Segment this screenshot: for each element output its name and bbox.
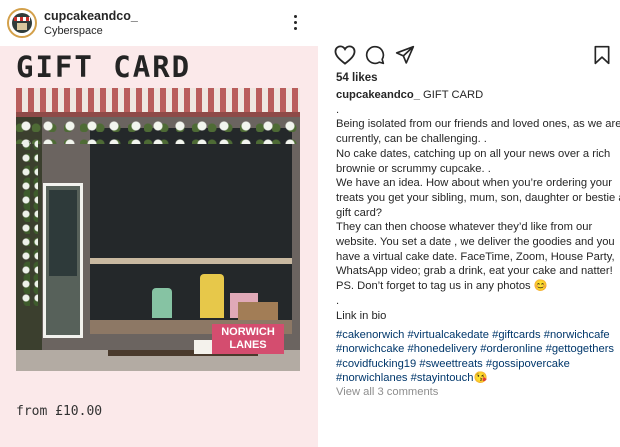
caption-line: have a virtual cake date. FaceTime, Zoom… (336, 250, 615, 263)
avatar[interactable] (7, 8, 37, 38)
post-header: cupcakeandco_ Cyberspace (0, 0, 318, 46)
caption-line: . (336, 103, 340, 116)
hashtag-link[interactable]: #virtualcakedate (408, 329, 489, 341)
hashtag-link[interactable]: #norwichcake (336, 343, 404, 355)
photo-sign: NORWICH LANES (212, 324, 284, 354)
caption-username[interactable]: cupcakeandco_ (336, 89, 420, 101)
hashtag-link[interactable]: #norwichcafe (544, 329, 610, 341)
caption-line: . (336, 294, 340, 307)
caption-line: PS. Don’t forget to tag us in any photos… (336, 280, 548, 293)
caption-line: treats you get your sibling, mum, son, d… (336, 191, 620, 204)
shopfront-photo: NORWICH LANES (16, 88, 300, 371)
hashtag-link[interactable]: #norwichlanes (336, 372, 408, 384)
caption-line: No cake dates, catching up on all your n… (336, 147, 611, 160)
gift-card-title: GIFT CARD (16, 50, 192, 84)
heart-icon[interactable] (334, 45, 356, 65)
caption-line: currently, can be challenging. . (336, 133, 487, 146)
bookmark-icon[interactable] (593, 45, 611, 65)
caption-line: We have an idea. How about when you’re o… (336, 177, 612, 190)
caption-line: WhatsApp video; grab a drink, eat your c… (336, 265, 613, 278)
hashtag-link[interactable]: #orderonline (480, 343, 542, 355)
hashtag-link[interactable]: #sweettreats (419, 358, 482, 370)
post-caption: cupcakeandco_ GIFT CARD . Being isolated … (336, 88, 620, 338)
hashtag-link[interactable]: #cakenorwich (336, 329, 404, 341)
hashtag-link[interactable]: #covidfucking19 (336, 358, 416, 370)
hashtag-link[interactable]: #gossipovercake (486, 358, 570, 370)
view-comments-link[interactable]: View all 3 comments (336, 386, 438, 398)
awning (16, 88, 300, 114)
caption-line: brownie or scrummy cupcake. . (336, 162, 491, 175)
username-link[interactable]: cupcakeandco_ (44, 9, 138, 23)
caption-line: Link in bio (336, 309, 387, 322)
likes-count[interactable]: 54 likes (336, 72, 378, 84)
hashtag-link[interactable]: #honedelivery (408, 343, 478, 355)
hashtag-row: #norwichlanes #stayintouch😘 (336, 371, 616, 385)
hashtag-link[interactable]: #gettogethers (546, 343, 614, 355)
post-image[interactable]: GIFT CARD NORWICH LANES from £10.00 (0, 46, 318, 447)
more-vertical-icon[interactable] (290, 13, 300, 33)
comment-icon[interactable] (365, 45, 385, 65)
caption-line: website. You set a date , we deliver the… (336, 236, 615, 249)
hashtag-row: #covidfucking19 #sweettreats #gossipover… (336, 357, 616, 371)
hashtag-row: #norwichcake #honedelivery #orderonline … (336, 342, 616, 356)
hashtag-row: #cakenorwich #virtualcakedate #giftcards… (336, 328, 616, 342)
gift-card-price: from £10.00 (16, 404, 103, 419)
caption-line: gift card? (336, 206, 383, 219)
hashtags: #cakenorwich #virtualcakedate #giftcards… (336, 328, 616, 386)
caption-line: They can then choose whatever they’d lik… (336, 221, 593, 234)
hashtag-link[interactable]: #giftcards (492, 329, 541, 341)
send-icon[interactable] (395, 45, 415, 65)
caption-first-line: cupcakeandco_ GIFT CARD (336, 89, 484, 101)
hashtag-link[interactable]: #stayintouch😘 (411, 372, 488, 384)
caption-line: Being isolated from our friends and love… (336, 118, 620, 131)
location-link[interactable]: Cyberspace (44, 25, 103, 37)
instagram-post-view: cupcakeandco_ Cyberspace GIFT CARD NORWI… (0, 0, 620, 447)
